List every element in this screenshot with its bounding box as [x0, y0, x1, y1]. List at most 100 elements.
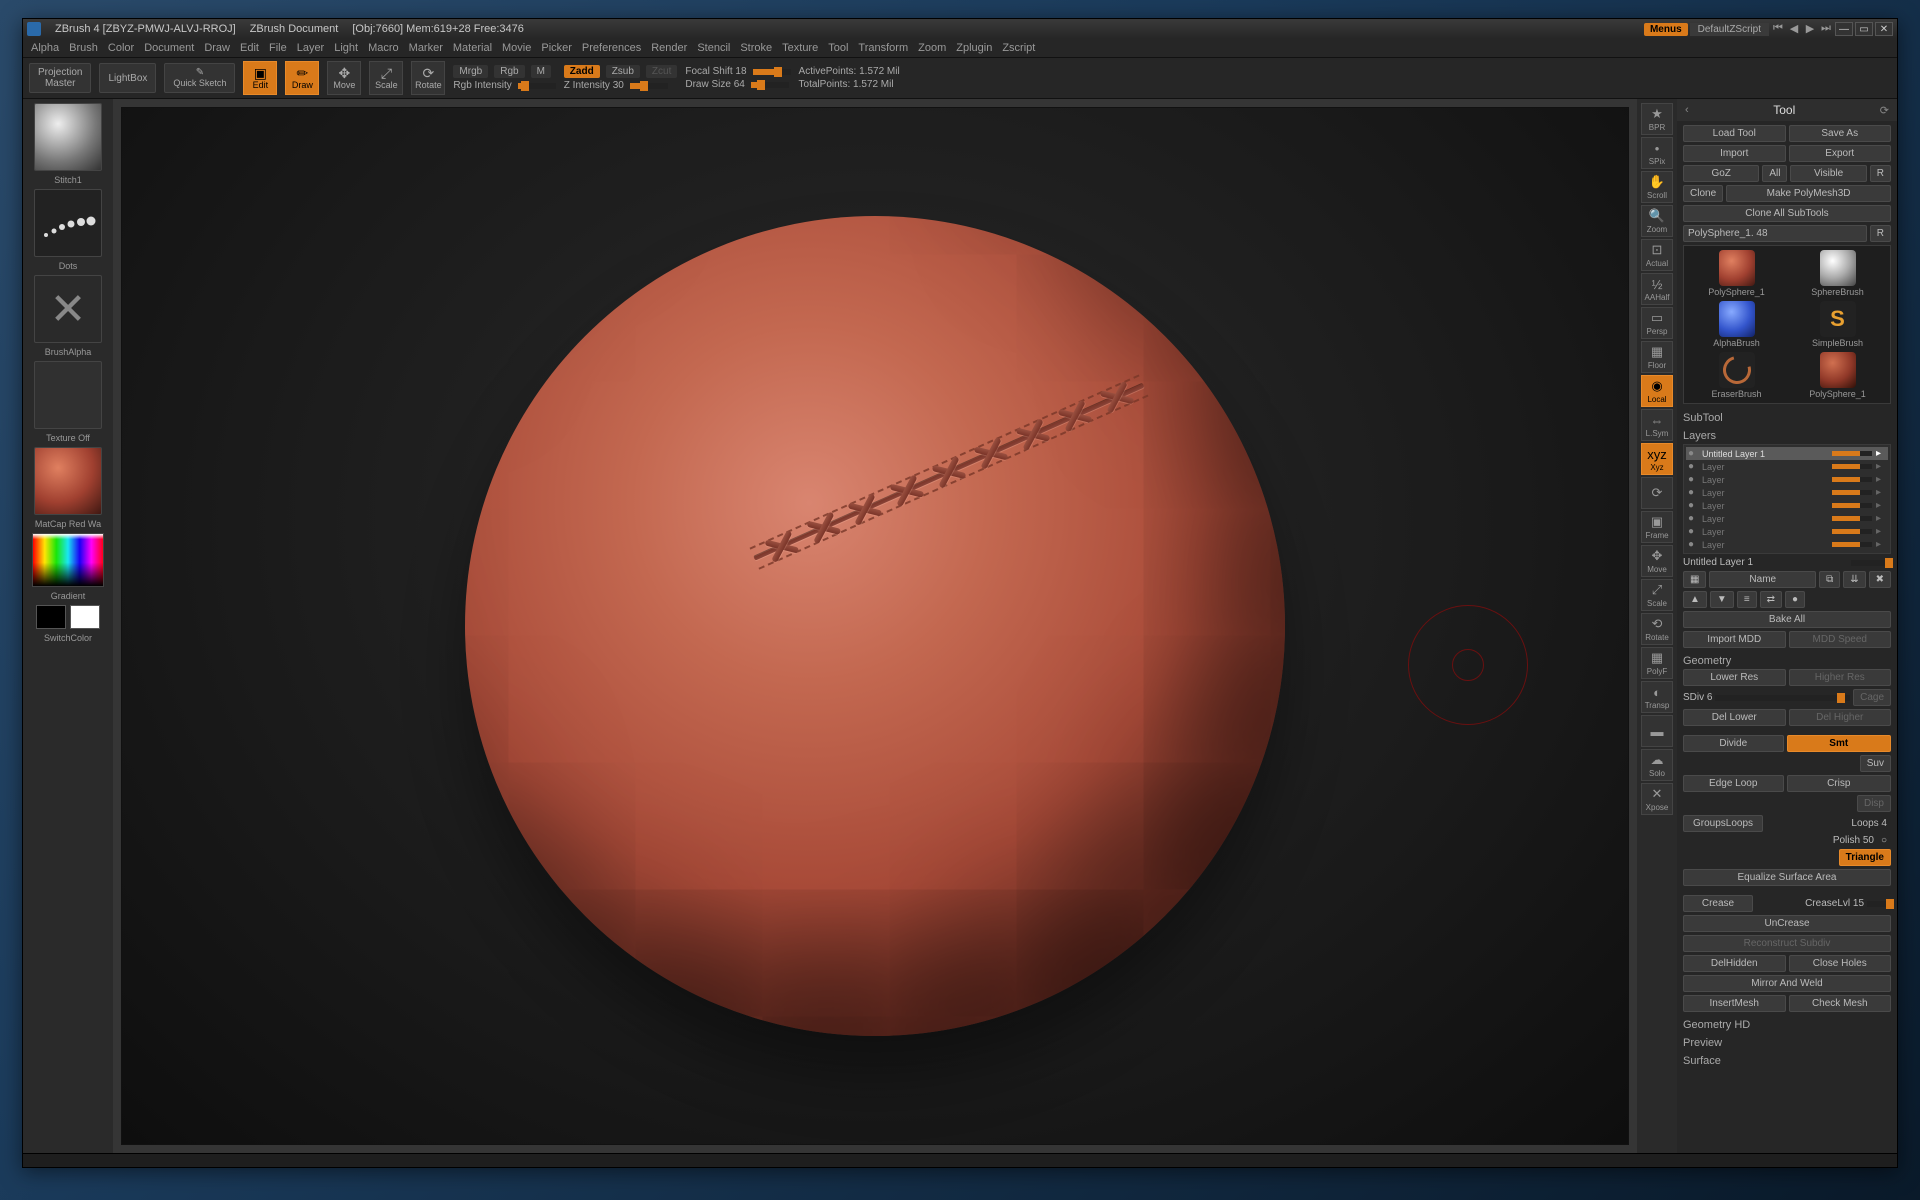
layer-del-icon[interactable]: ✖ [1869, 571, 1891, 588]
cage-button[interactable]: Cage [1853, 689, 1891, 706]
triangle-button[interactable]: Triangle [1839, 849, 1891, 866]
rotate-mode-button[interactable]: ⟳Rotate [411, 61, 445, 95]
rec-icon[interactable]: ▸ [1876, 448, 1886, 459]
nav-aahalf[interactable]: ½AAHalf [1641, 273, 1673, 305]
menu-marker[interactable]: Marker [409, 42, 443, 54]
layer-slider[interactable] [1832, 542, 1872, 547]
check-mesh-button[interactable]: Check Mesh [1789, 995, 1892, 1012]
draw-mode-button[interactable]: ✏Draw [285, 61, 319, 95]
goz-visible-button[interactable]: Visible [1790, 165, 1866, 182]
menu-transform[interactable]: Transform [858, 42, 908, 54]
layer-row[interactable]: ●Layer▸ [1686, 512, 1888, 525]
layer-name-button[interactable]: Name [1709, 571, 1816, 588]
layer-row[interactable]: ●Layer▸ [1686, 460, 1888, 473]
tool-eraserbrush[interactable]: EraserBrush [1688, 352, 1785, 399]
tool-polysphere_1[interactable]: PolySphere_1 [1688, 250, 1785, 297]
edge-loop-button[interactable]: Edge Loop [1683, 775, 1784, 792]
del-higher-button[interactable]: Del Higher [1789, 709, 1892, 726]
swatch-white[interactable] [70, 605, 100, 629]
menu-movie[interactable]: Movie [502, 42, 531, 54]
nav-xpose[interactable]: ✕Xpose [1641, 783, 1673, 815]
nav-transp[interactable]: ◐Transp [1641, 681, 1673, 713]
menu-layer[interactable]: Layer [297, 42, 325, 54]
active-mesh-label[interactable]: PolySphere_1. 48 [1683, 225, 1867, 242]
tool-spherebrush[interactable]: SphereBrush [1789, 250, 1886, 297]
move-mode-button[interactable]: ✥Move [327, 61, 361, 95]
goz-r-button[interactable]: R [1870, 165, 1891, 182]
menu-document[interactable]: Document [144, 42, 194, 54]
clone-button[interactable]: Clone [1683, 185, 1723, 202]
menu-zscript[interactable]: Zscript [1002, 42, 1035, 54]
rgb-chip[interactable]: Rgb [494, 65, 524, 78]
viewport[interactable] [121, 107, 1629, 1145]
layer-slider[interactable] [1832, 516, 1872, 521]
switchcolor-label[interactable]: SwitchColor [44, 633, 92, 643]
swatch-black[interactable] [36, 605, 66, 629]
crease-slider[interactable] [1867, 901, 1891, 907]
zadd-chip[interactable]: Zadd [564, 65, 600, 78]
layer-slider[interactable] [1832, 529, 1872, 534]
scale-mode-button[interactable]: ⤢Scale [369, 61, 403, 95]
layer-row[interactable]: ●Layer▸ [1686, 525, 1888, 538]
default-zscript[interactable]: DefaultZScript [1690, 23, 1769, 36]
z-intensity-slider[interactable] [630, 83, 668, 89]
clone-all-subtools-button[interactable]: Clone All SubTools [1683, 205, 1891, 222]
tool-simplebrush[interactable]: SSimpleBrush [1789, 301, 1886, 348]
preview-section[interactable]: Preview [1683, 1033, 1891, 1051]
divide-button[interactable]: Divide [1683, 735, 1784, 752]
groups-loops-button[interactable]: GroupsLoops [1683, 815, 1763, 832]
texture-thumb[interactable] [34, 361, 102, 429]
nav-polyf[interactable]: ▦PolyF [1641, 647, 1673, 679]
rec-icon[interactable]: ▸ [1876, 474, 1886, 485]
rec-icon[interactable]: ▸ [1876, 539, 1886, 550]
nav-persp[interactable]: ▭Persp [1641, 307, 1673, 339]
mdd-speed-button[interactable]: MDD Speed [1789, 631, 1892, 648]
layer-invert-icon[interactable]: ⇄ [1760, 591, 1782, 608]
layer-slider[interactable] [1832, 451, 1872, 456]
layer-rec-icon[interactable]: ● [1785, 591, 1805, 608]
projection-master-button[interactable]: Projection Master [29, 63, 91, 93]
nav-next-icon[interactable]: ▶ [1803, 22, 1817, 36]
layer-slider[interactable] [1832, 477, 1872, 482]
load-tool-button[interactable]: Load Tool [1683, 125, 1786, 142]
lightbox-button[interactable]: LightBox [99, 63, 156, 93]
geometry-hd-section[interactable]: Geometry HD [1683, 1015, 1891, 1033]
layer-slider[interactable] [1832, 464, 1872, 469]
goz-all-button[interactable]: All [1762, 165, 1787, 182]
disp-button[interactable]: Disp [1857, 795, 1891, 812]
nav-btn18[interactable]: ▬ [1641, 715, 1673, 747]
brush-thumb[interactable] [34, 103, 102, 171]
menu-edit[interactable]: Edit [240, 42, 259, 54]
smt-button[interactable]: Smt [1787, 735, 1892, 752]
layer-row[interactable]: ●Layer▸ [1686, 538, 1888, 551]
goz-button[interactable]: GoZ [1683, 165, 1759, 182]
menu-stroke[interactable]: Stroke [740, 42, 772, 54]
layer-dup-icon[interactable]: ⧉ [1819, 571, 1840, 588]
sdiv-slider[interactable] [1715, 695, 1850, 701]
menus-pill[interactable]: Menus [1644, 23, 1688, 36]
rec-icon[interactable]: ▸ [1876, 487, 1886, 498]
bake-all-button[interactable]: Bake All [1683, 611, 1891, 628]
import-mdd-button[interactable]: Import MDD [1683, 631, 1786, 648]
nav-first-icon[interactable]: ⏮ [1771, 22, 1785, 36]
rec-icon[interactable]: ▸ [1876, 461, 1886, 472]
mirror-weld-button[interactable]: Mirror And Weld [1683, 975, 1891, 992]
subtool-section[interactable]: SubTool [1683, 408, 1891, 426]
layer-up-icon[interactable]: ▲ [1683, 591, 1707, 608]
nav-scale[interactable]: ⤢Scale [1641, 579, 1673, 611]
quicksketch-button[interactable]: ✎ Quick Sketch [164, 63, 235, 93]
reconstruct-button[interactable]: Reconstruct Subdiv [1683, 935, 1891, 952]
layer-row[interactable]: ●Untitled Layer 1▸ [1686, 447, 1888, 460]
eye-icon[interactable]: ● [1688, 526, 1698, 537]
close-button[interactable]: ✕ [1875, 22, 1893, 36]
tool-alphabrush[interactable]: AlphaBrush [1688, 301, 1785, 348]
color-picker[interactable] [32, 533, 104, 587]
save-as-button[interactable]: Save As [1789, 125, 1892, 142]
draw-size-slider[interactable] [751, 82, 789, 88]
nav-xyz[interactable]: xyzXyz [1641, 443, 1673, 475]
menu-light[interactable]: Light [334, 42, 358, 54]
zsub-chip[interactable]: Zsub [606, 65, 640, 78]
nav-actual[interactable]: ⊡Actual [1641, 239, 1673, 271]
mesh-r-button[interactable]: R [1870, 225, 1891, 242]
menu-draw[interactable]: Draw [204, 42, 230, 54]
